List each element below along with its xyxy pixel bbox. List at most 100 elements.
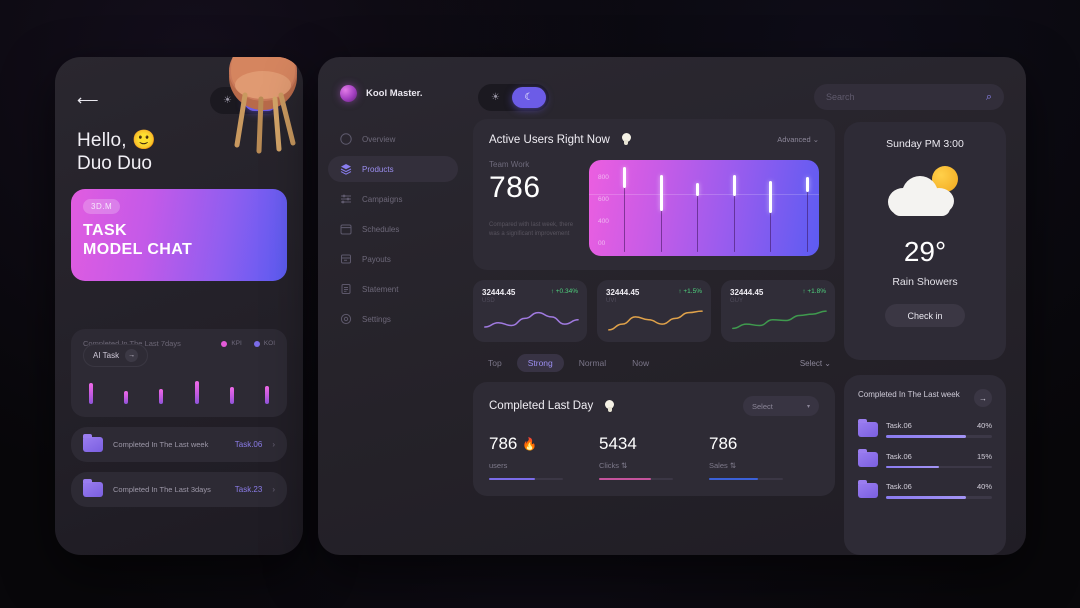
document-icon xyxy=(340,283,352,295)
sidebar-item-overview[interactable]: Overview xyxy=(328,126,458,152)
stat-label: users xyxy=(489,461,599,470)
task-row[interactable]: Task.0640% xyxy=(858,482,992,499)
tab-now[interactable]: Now xyxy=(621,354,660,372)
arrow-right-icon[interactable]: → xyxy=(974,389,992,407)
mobile-bar xyxy=(124,391,128,404)
folder-icon xyxy=(858,483,878,498)
completed-select-label: Select xyxy=(752,402,807,411)
tasks-card: Completed In The Last week → Task.0640%T… xyxy=(844,375,1006,555)
task-name: Task.06 xyxy=(886,482,977,491)
mini-change: ↑ +1.8% xyxy=(802,288,826,295)
tab-strong[interactable]: Strong xyxy=(517,354,564,372)
sidebar-item-schedules[interactable]: Schedules xyxy=(328,216,458,242)
moon-icon[interactable]: ☾ xyxy=(512,87,546,108)
mini-stat-cards: 32444.45↑ +0.34%USD32444.45↑ +1.5%UVI324… xyxy=(473,280,835,342)
chair-illustration xyxy=(201,57,303,159)
mobile-panel: ⟵ ☀ ☾ Hello, 🙂 Duo Duo 3D.M TASK MODEL C… xyxy=(55,57,303,555)
mini-label: USD xyxy=(482,298,578,304)
sidebar-nav: Overview Products Campaigns Schedules Payout… xyxy=(318,126,468,332)
sidebar-item-payouts[interactable]: Payouts xyxy=(328,246,458,272)
ai-task-button[interactable]: AI Task → xyxy=(83,344,148,367)
compass-icon xyxy=(340,133,352,145)
bar-thumb xyxy=(623,167,626,187)
search-input[interactable]: Search ⌕ xyxy=(814,84,1004,110)
tab-top[interactable]: Top xyxy=(477,354,513,372)
calendar-icon xyxy=(340,223,352,235)
mini-label: GUY xyxy=(730,298,826,304)
task-row[interactable]: Task.0615% xyxy=(858,452,992,469)
task-name: Task.06 xyxy=(886,452,977,461)
filter-tabs: TopStrongNormalNow Select ⌄ xyxy=(473,354,835,372)
check-in-button[interactable]: Check in xyxy=(885,304,965,327)
promo-card[interactable]: 3D.M TASK MODEL CHAT xyxy=(71,189,287,281)
stat-value: 5434 xyxy=(599,434,709,454)
sidebar-item-settings[interactable]: Settings xyxy=(328,306,458,332)
y-axis-tick: 00 xyxy=(598,240,605,247)
bar-thumb xyxy=(733,175,736,196)
task-progress-bar xyxy=(886,496,992,499)
back-arrow-icon[interactable]: ⟵ xyxy=(77,93,99,108)
list-item-value: Task.06 xyxy=(235,440,263,449)
chevron-down-icon: ▾ xyxy=(807,403,810,410)
tab-select-dropdown[interactable]: Select ⌄ xyxy=(800,359,831,368)
stat-label: Sales ⇅ xyxy=(709,461,819,470)
task-percent: 40% xyxy=(977,482,992,491)
mobile-bar xyxy=(265,386,269,404)
mini-stat-card[interactable]: 32444.45↑ +1.8%GUY xyxy=(721,280,835,342)
team-work-stat: Team Work 786 Compared with last week, t… xyxy=(489,160,589,256)
app-root: ⟵ ☀ ☾ Hello, 🙂 Duo Duo 3D.M TASK MODEL C… xyxy=(0,0,1080,608)
task-progress-bar xyxy=(886,466,992,469)
list-item[interactable]: Completed In The Last 3days Task.23 › xyxy=(71,472,287,507)
mobile-bar xyxy=(230,387,234,404)
sidebar-item-label: Products xyxy=(362,165,394,174)
sidebar-item-statement[interactable]: Statement xyxy=(328,276,458,302)
folder-icon xyxy=(83,437,103,452)
advanced-dropdown[interactable]: Advanced ⌄ xyxy=(777,135,819,144)
brand[interactable]: Kool Master. xyxy=(318,85,468,102)
sidebar-item-label: Overview xyxy=(362,135,395,144)
mobile-chart-legend: KPI KOI xyxy=(221,340,275,347)
search-icon[interactable]: ⌕ xyxy=(986,91,992,104)
dashboard-theme-toggle[interactable]: ☀ ☾ xyxy=(478,84,549,111)
brand-name: Kool Master. xyxy=(366,88,423,99)
search-placeholder: Search xyxy=(826,92,986,102)
completed-last-day-card: Completed Last Day Select ▾ 786🔥 users543… xyxy=(473,382,835,496)
active-users-body: Team Work 786 Compared with last week, t… xyxy=(489,160,819,256)
stat-label: Clicks ⇅ xyxy=(599,461,709,470)
task-percent: 40% xyxy=(977,421,992,430)
sidebar-item-campaigns[interactable]: Campaigns xyxy=(328,186,458,212)
mini-stat-card[interactable]: 32444.45↑ +1.5%UVI xyxy=(597,280,711,342)
weather-temperature: 29° xyxy=(858,236,992,268)
chart-bar xyxy=(806,160,809,256)
sidebar: Kool Master. Overview Products Campaigns Sc… xyxy=(318,57,468,555)
brand-logo-icon xyxy=(340,85,357,102)
task-row[interactable]: Task.0640% xyxy=(858,421,992,438)
bar-thumb xyxy=(769,181,772,213)
legend-dot-koi xyxy=(254,341,260,347)
team-work-value: 786 xyxy=(489,171,581,205)
sun-icon[interactable]: ☀ xyxy=(481,87,510,108)
sidebar-item-label: Payouts xyxy=(362,255,391,264)
chevron-right-icon: › xyxy=(272,485,275,494)
chart-bar xyxy=(696,160,699,256)
folder-icon xyxy=(858,452,878,467)
bar-thumb xyxy=(806,177,809,192)
sidebar-item-label: Settings xyxy=(362,315,391,324)
sidebar-item-products[interactable]: Products xyxy=(328,156,458,182)
mini-stat-card[interactable]: 32444.45↑ +0.34%USD xyxy=(473,280,587,342)
task-name: Task.06 xyxy=(886,421,977,430)
chart-bar xyxy=(660,160,663,256)
weather-description: Rain Showers xyxy=(858,276,992,288)
completed-title: Completed Last Day xyxy=(489,400,593,412)
bar-thumb xyxy=(696,183,699,196)
list-item-value: Task.23 xyxy=(235,485,263,494)
list-item[interactable]: Completed In The Last week Task.06 › xyxy=(71,427,287,462)
completed-header: Completed Last Day Select ▾ xyxy=(489,396,819,416)
tab-normal[interactable]: Normal xyxy=(568,354,617,372)
chart-bars xyxy=(623,160,809,256)
completed-select[interactable]: Select ▾ xyxy=(743,396,819,416)
arrow-right-icon: → xyxy=(125,349,138,362)
chart-bar xyxy=(623,160,626,256)
stat-value: 786🔥 xyxy=(489,434,599,454)
mobile-bar xyxy=(89,383,93,404)
